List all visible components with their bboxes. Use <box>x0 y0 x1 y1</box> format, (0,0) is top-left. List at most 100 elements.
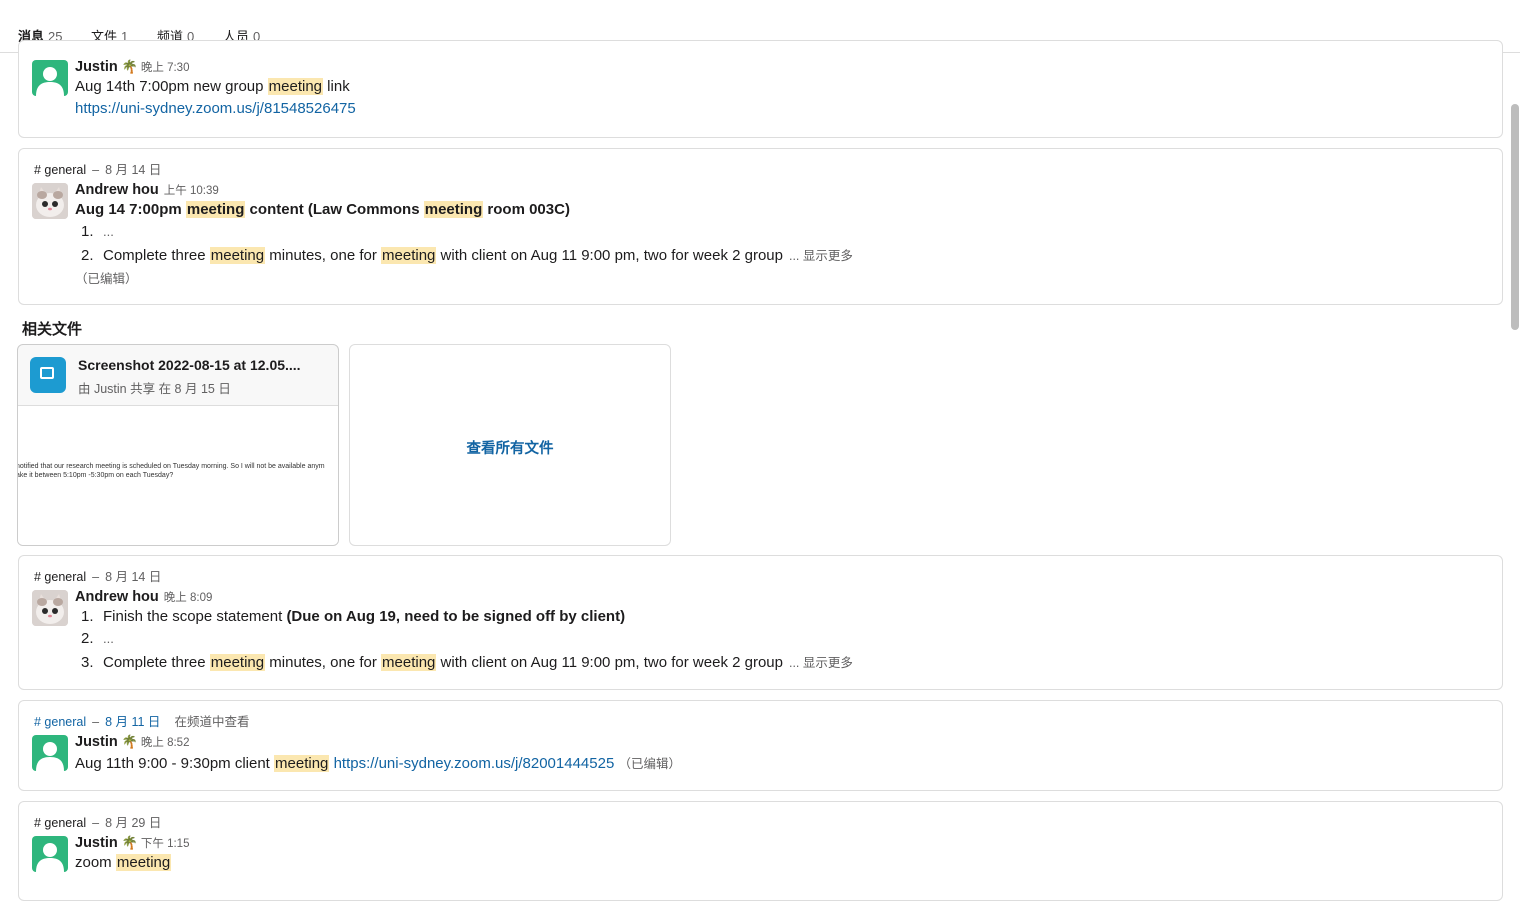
file-share-info: 由 Justin 共享 在 8 月 15 日 <box>78 382 231 396</box>
text-segment: Complete three <box>103 247 210 264</box>
top-bar <box>0 0 1520 17</box>
message-context: # general –8 月 29 日 <box>34 812 161 831</box>
text-segment: Complete three <box>103 654 210 671</box>
message-context: # general –8 月 11 日在频道中查看 <box>34 711 249 730</box>
channel-name[interactable]: # general <box>34 715 86 729</box>
message-date[interactable]: 8 月 11 日 <box>105 715 160 729</box>
list-number: 2. <box>81 247 94 264</box>
search-result-message[interactable]: # general –8 月 29 日 Justin 🌴 下午 1:15 zoom m… <box>18 801 1503 901</box>
message-text: Aug 11th 9:00 - 9:30pm client meeting ht… <box>75 753 681 772</box>
timestamp[interactable]: 晚上 7:30 <box>141 62 190 74</box>
search-highlight: meeting <box>115 854 172 871</box>
truncated-text: ... <box>103 224 114 239</box>
list-number: 1. <box>81 608 94 625</box>
message-context: # general –8 月 14 日 <box>34 566 161 585</box>
search-highlight: meeting <box>209 247 266 264</box>
view-in-channel-link[interactable]: 在频道中查看 <box>174 715 249 729</box>
cat-avatar-icon <box>32 183 68 219</box>
file-preview[interactable]: notified that our research meeting is sc… <box>17 405 338 545</box>
message-header: Justin 🌴 下午 1:15 <box>75 835 189 851</box>
channel-name[interactable]: # general <box>34 163 86 177</box>
palm-tree-icon: 🌴 <box>121 734 138 749</box>
text-segment: Finish the scope statement <box>103 608 287 625</box>
text-segment: minutes, one for <box>265 247 382 264</box>
palm-tree-icon: 🌴 <box>121 835 138 850</box>
text-segment: content (Law Commons <box>245 201 424 218</box>
list-number: 1. <box>81 223 94 240</box>
separator: – <box>92 715 100 729</box>
preview-line: notified that our research meeting is sc… <box>17 463 325 470</box>
sender-name[interactable]: Justin <box>75 59 118 75</box>
avatar[interactable] <box>32 836 68 872</box>
message-date[interactable]: 8 月 14 日 <box>105 570 161 584</box>
text-segment: Aug 11th 9:00 - 9:30pm client <box>75 755 275 772</box>
timestamp[interactable]: 下午 1:15 <box>141 838 190 850</box>
separator: – <box>92 570 100 584</box>
text-segment: with client on Aug 11 9:00 pm, two for w… <box>436 247 783 264</box>
avatar[interactable] <box>32 60 68 96</box>
list-number: 3. <box>81 654 94 671</box>
avatar[interactable] <box>32 735 68 771</box>
search-highlight: meeting <box>209 654 266 671</box>
sender-name[interactable]: Justin <box>75 734 118 750</box>
timestamp[interactable]: 晚上 8:52 <box>141 737 190 749</box>
show-more-button[interactable]: ... 显示更多 <box>789 656 853 670</box>
search-highlight: meeting <box>267 78 324 95</box>
sender-name[interactable]: Andrew hou <box>75 589 159 605</box>
message-header: Justin 🌴 晚上 8:52 <box>75 734 189 750</box>
search-highlight: meeting <box>423 201 484 218</box>
zoom-link[interactable]: https://uni-sydney.zoom.us/j/82001444525 <box>334 755 615 772</box>
list-number: 2. <box>81 630 94 647</box>
message-text: zoom meeting <box>75 854 172 871</box>
message-date[interactable]: 8 月 14 日 <box>105 163 161 177</box>
message-header: Andrew hou 上午 10:39 <box>75 182 219 198</box>
scrollbar-thumb[interactable] <box>1511 104 1519 330</box>
preview-line: ake it between 5:10pm -5:30pm on each Tu… <box>17 472 174 479</box>
message-text: Aug 14 7:00pm meeting content (Law Commo… <box>75 201 570 218</box>
avatar[interactable] <box>32 590 68 626</box>
search-highlight: meeting <box>381 654 437 671</box>
text-segment: minutes, one for <box>265 654 382 671</box>
sender-name[interactable]: Justin <box>75 835 118 851</box>
text-segment: Aug 14 7:00pm <box>75 201 186 218</box>
separator: – <box>92 816 100 830</box>
zoom-link[interactable]: https://uni-sydney.zoom.us/j/81548526475 <box>75 100 356 117</box>
channel-name[interactable]: # general <box>34 570 86 584</box>
file-card[interactable]: Screenshot 2022-08-15 at 12.05.... 由 Jus… <box>17 344 339 546</box>
list-item: 2. Complete three meeting minutes, one fo… <box>81 245 853 264</box>
view-all-files-label: 查看所有文件 <box>466 441 554 457</box>
message-text: Aug 14th 7:00pm new group meeting link <box>75 78 350 95</box>
user-silhouette-icon <box>36 742 64 771</box>
timestamp[interactable]: 晚上 8:09 <box>164 592 213 604</box>
message-date[interactable]: 8 月 29 日 <box>105 816 161 830</box>
message-header: Andrew hou 晚上 8:09 <box>75 589 212 605</box>
text-segment: Aug 14th 7:00pm new group <box>75 78 268 95</box>
show-more-button[interactable]: ... 显示更多 <box>789 249 853 263</box>
list-item: 3. Complete three meeting minutes, one fo… <box>81 652 853 671</box>
message-context: # general –8 月 14 日 <box>34 159 161 178</box>
search-highlight: meeting <box>274 755 330 772</box>
file-title[interactable]: Screenshot 2022-08-15 at 12.05.... <box>78 357 301 373</box>
sender-name[interactable]: Andrew hou <box>75 182 159 198</box>
list-item: 2.... <box>81 630 114 647</box>
timestamp[interactable]: 上午 10:39 <box>164 185 219 197</box>
search-result-message[interactable]: # general –8 月 14 日 Andrew hou 晚上 8:09 1. F… <box>18 555 1503 690</box>
user-silhouette-icon <box>36 67 64 96</box>
view-all-files-button[interactable]: 查看所有文件 <box>349 344 671 546</box>
text-segment: room 003C) <box>483 201 570 218</box>
text-segment-bold: (Due on Aug 19, need to be signed off by… <box>286 608 626 625</box>
avatar[interactable] <box>32 183 68 219</box>
search-result-message[interactable]: Justin 🌴 晚上 7:30 Aug 14th 7:00pm new group… <box>18 40 1503 138</box>
channel-name[interactable]: # general <box>34 816 86 830</box>
search-highlight: meeting <box>185 201 246 218</box>
separator: – <box>92 163 100 177</box>
cat-avatar-icon <box>32 590 68 626</box>
edited-label: （已编辑） <box>75 272 138 286</box>
edited-label: （已编辑） <box>618 757 681 771</box>
search-result-message[interactable]: # general –8 月 14 日 Andrew hou 上午 10:39 Au… <box>18 148 1503 305</box>
related-files-heading: 相关文件 <box>22 321 83 338</box>
search-result-message[interactable]: # general –8 月 11 日在频道中查看 Justin 🌴 晚上 8:52 … <box>18 700 1503 791</box>
truncated-text: ... <box>103 631 114 646</box>
search-highlight: meeting <box>381 247 437 264</box>
text-segment: link <box>323 78 350 95</box>
